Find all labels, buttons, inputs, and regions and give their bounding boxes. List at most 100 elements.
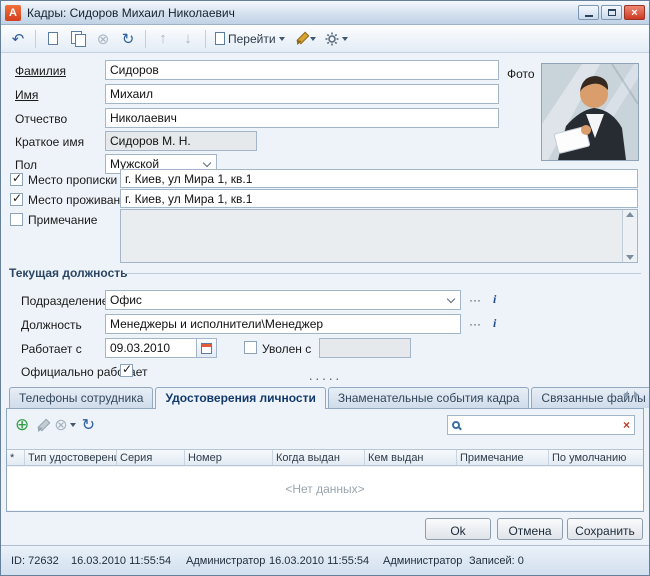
surname-input[interactable] xyxy=(105,60,499,80)
window-title: Кадры: Сидоров Михаил Николаевич xyxy=(27,6,578,20)
photo-label: Фото xyxy=(507,67,535,81)
dismissed-input xyxy=(319,338,411,358)
chevron-down-icon xyxy=(203,158,211,166)
clear-search-icon[interactable]: × xyxy=(623,418,630,432)
department-lookup-button[interactable]: ··· xyxy=(467,292,483,308)
residence-checkbox[interactable] xyxy=(10,193,23,206)
surname-label[interactable]: Фамилия xyxy=(15,64,66,78)
identity-documents-panel: ⊕ ⊗ ↻ × * Тип удостоверени Серия Номер К… xyxy=(6,408,644,512)
job-lookup-button[interactable]: ··· xyxy=(467,316,483,332)
status-modified-by: Администратор xyxy=(383,555,462,567)
tab-scroll-right-icon[interactable] xyxy=(634,391,639,399)
arrow-up-icon: ↑ xyxy=(159,30,167,47)
patronymic-label: Отчество xyxy=(15,112,67,126)
ok-button[interactable]: Ok xyxy=(425,518,491,540)
titlebar: A Кадры: Сидоров Михаил Николаевич × xyxy=(1,1,649,25)
undo-icon: ↶ xyxy=(12,30,25,48)
delete-icon: ⊗ xyxy=(97,30,110,48)
close-button[interactable]: × xyxy=(624,5,645,20)
refresh-grid-button[interactable]: ↻ xyxy=(82,415,95,435)
cancel-button[interactable]: Отмена xyxy=(497,518,563,540)
edit-menu-button[interactable] xyxy=(291,28,319,50)
copy-icon xyxy=(71,31,85,46)
grid-empty-text: <Нет данных> xyxy=(285,482,364,496)
delete-record-button[interactable]: ⊗ xyxy=(92,28,114,50)
job-input[interactable] xyxy=(105,314,461,334)
column-header-issued-by[interactable]: Кем выдан xyxy=(365,450,457,465)
firstname-label[interactable]: Имя xyxy=(15,88,38,102)
tab-scroll-controls xyxy=(623,391,639,399)
column-header-note[interactable]: Примечание xyxy=(457,450,549,465)
detail-tabstrip: Телефоны сотрудника Удостоверения личнос… xyxy=(9,387,650,408)
refresh-button[interactable]: ↻ xyxy=(117,28,139,50)
current-position-group-title: Текущая должность xyxy=(9,266,128,280)
tab-scroll-left-icon[interactable] xyxy=(623,391,628,399)
goto-label: Перейти xyxy=(228,32,276,46)
refresh-icon: ↻ xyxy=(82,415,95,435)
calendar-button[interactable] xyxy=(197,338,217,358)
dismissed-checkbox[interactable] xyxy=(244,341,257,354)
column-header-issued-date[interactable]: Когда выдан xyxy=(273,450,365,465)
chevron-down-icon xyxy=(310,37,316,41)
maximize-button[interactable] xyxy=(601,5,622,20)
settings-menu-button[interactable] xyxy=(322,28,351,50)
grid-header: * Тип удостоверени Серия Номер Когда выд… xyxy=(7,449,643,466)
column-header-series[interactable]: Серия xyxy=(117,450,185,465)
works-since-label: Работает с xyxy=(21,342,82,356)
scroll-up-icon[interactable] xyxy=(626,212,634,217)
calendar-icon xyxy=(201,343,212,354)
minimize-icon xyxy=(585,15,593,17)
firstname-input[interactable] xyxy=(105,84,499,104)
add-row-button[interactable]: ⊕ xyxy=(15,415,29,435)
goto-menu-button[interactable]: Перейти xyxy=(212,28,288,50)
chevron-down-icon xyxy=(342,37,348,41)
job-info-button[interactable]: i xyxy=(491,315,498,332)
registration-label: Место прописки xyxy=(28,173,117,187)
scroll-down-icon[interactable] xyxy=(626,255,634,260)
status-created-at: 16.03.2010 11:55:54 xyxy=(71,555,171,567)
column-header-doc-type[interactable]: Тип удостоверени xyxy=(25,450,117,465)
column-header-number[interactable]: Номер xyxy=(185,450,273,465)
column-header-default[interactable]: По умолчанию xyxy=(549,450,643,465)
registration-input[interactable] xyxy=(120,169,638,188)
registration-checkbox[interactable] xyxy=(10,173,23,186)
hr-card-window: A Кадры: Сидоров Михаил Николаевич × ↶ ⊗… xyxy=(0,0,650,576)
new-record-button[interactable] xyxy=(42,28,64,50)
group-divider xyxy=(125,273,641,274)
grid-body[interactable]: <Нет данных> xyxy=(7,467,643,510)
save-button[interactable]: Сохранить xyxy=(567,518,643,540)
search-input[interactable] xyxy=(464,418,619,432)
grid-search[interactable]: × xyxy=(447,415,635,435)
tab-employee-phones[interactable]: Телефоны сотрудника xyxy=(9,387,153,408)
note-scrollbar[interactable] xyxy=(622,210,637,262)
delete-row-button[interactable]: ⊗ xyxy=(54,415,75,435)
short-name-input xyxy=(105,131,257,151)
department-select[interactable]: Офис xyxy=(105,290,461,310)
tab-identity-documents[interactable]: Удостоверения личности xyxy=(155,387,325,409)
app-logo-icon: A xyxy=(5,5,21,21)
department-label: Подразделение xyxy=(21,294,108,308)
toolbar-separator xyxy=(205,30,206,48)
edit-icon xyxy=(35,419,48,432)
status-created-by: Администратор xyxy=(186,555,265,567)
search-icon xyxy=(452,421,460,429)
minimize-button[interactable] xyxy=(578,5,599,20)
works-since-input[interactable] xyxy=(105,338,197,358)
status-modified-at: 16.03.2010 11:55:54 xyxy=(269,555,369,567)
column-header-marker[interactable]: * xyxy=(7,450,25,465)
undo-button[interactable]: ↶ xyxy=(7,28,29,50)
note-checkbox[interactable] xyxy=(10,213,23,226)
copy-record-button[interactable] xyxy=(67,28,89,50)
tab-notable-events[interactable]: Знаменательные события кадра xyxy=(328,387,530,408)
new-document-icon xyxy=(48,32,58,45)
edit-row-button[interactable] xyxy=(35,419,48,432)
move-down-button[interactable]: ↓ xyxy=(177,28,199,50)
chevron-down-icon xyxy=(279,37,285,41)
patronymic-input[interactable] xyxy=(105,108,499,128)
splitter-grip[interactable]: ····· xyxy=(1,373,649,383)
job-label: Должность xyxy=(21,318,82,332)
department-info-button[interactable]: i xyxy=(491,291,498,308)
residence-input[interactable] xyxy=(120,189,638,208)
move-up-button[interactable]: ↑ xyxy=(152,28,174,50)
note-textarea[interactable] xyxy=(120,209,638,263)
